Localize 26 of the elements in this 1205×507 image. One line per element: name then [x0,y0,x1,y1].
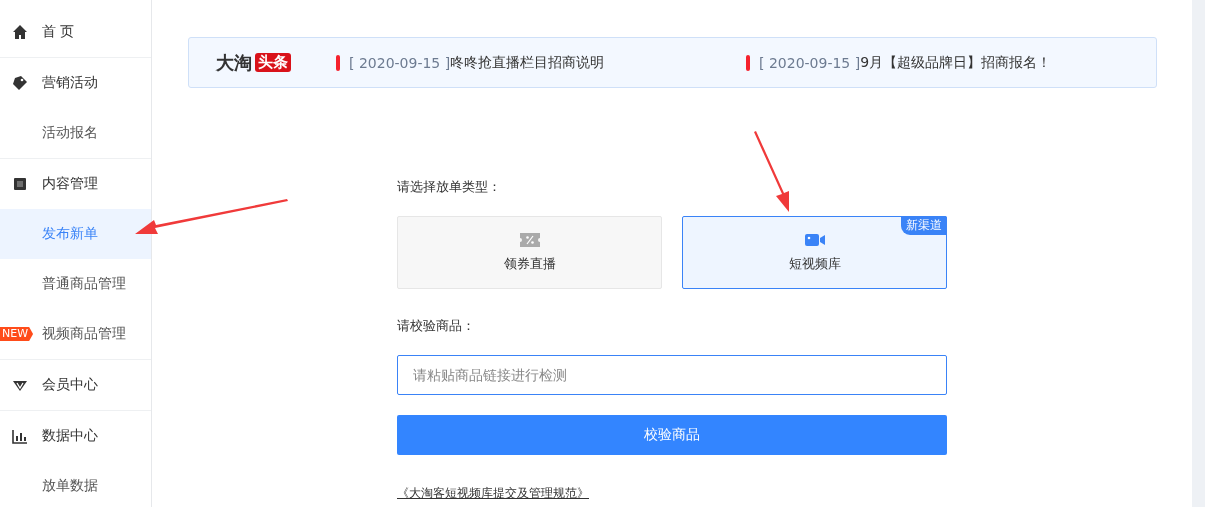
sidebar-item[interactable]: 营销活动 [0,58,151,108]
sidebar-item[interactable]: 活动报名 [0,108,151,158]
card-label: 领券直播 [503,254,556,273]
news-title[interactable]: 9月【超级品牌日】招商报名！ [860,53,1052,72]
rules-link[interactable]: 《大淘客短视频库提交及管理规范》 [397,485,589,502]
sidebar-item[interactable]: 普通商品管理 [0,259,151,309]
link-input-field[interactable]: 请粘贴商品链接进行检测 [397,355,947,395]
brand-name: 大淘 [216,50,252,75]
new-badge: NEW [0,327,34,341]
sidebar-item[interactable]: 首 页 [0,7,151,57]
news-title[interactable]: 咚咚抢直播栏目招商说明 [450,53,605,72]
order-type-card[interactable]: 领券直播 [397,216,662,289]
section-label: 请校验商品： [397,317,476,335]
news-date: [ 2020-09-15 ] [759,54,861,71]
sidebar-item[interactable]: 内容管理 [0,159,151,209]
section-label: 请选择放单类型： [397,178,502,196]
sidebar-item[interactable]: 放单数据 [0,461,151,507]
news-date: [ 2020-09-15 ] [349,54,451,71]
verify-button[interactable]: 校验商品 [397,415,947,455]
sidebar-item[interactable]: 会员中心 [0,360,151,410]
sidebar-item[interactable]: NEW 视频商品管理 [0,309,151,359]
brand-tag: 头条 [255,53,291,72]
sidebar-item[interactable]: 数据中心 [0,411,151,461]
card-label: 短视频库 [788,254,841,273]
corner-badge: 新渠道 [901,216,947,235]
order-type-card[interactable]: 短视频库 新渠道 [682,216,947,289]
